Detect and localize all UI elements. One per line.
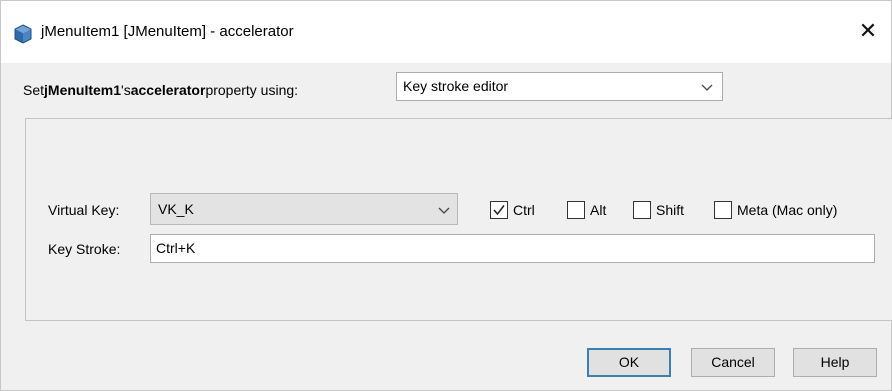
meta-checkbox-label: Meta (Mac only) (737, 202, 838, 218)
close-icon: ✕ (858, 18, 878, 43)
alt-checkbox-box[interactable] (567, 201, 585, 219)
meta-checkbox[interactable]: Meta (Mac only) (714, 201, 837, 219)
property-name: accelerator (130, 82, 206, 98)
shift-checkbox-box[interactable] (633, 201, 651, 219)
virtual-key-select[interactable]: VK_K (150, 193, 458, 225)
help-button[interactable]: Help (793, 348, 877, 377)
ctrl-checkbox-label: Ctrl (513, 202, 535, 218)
close-button[interactable]: ✕ (845, 11, 891, 51)
shift-checkbox[interactable]: Shift (633, 201, 684, 219)
ctrl-checkbox[interactable]: Ctrl (490, 201, 535, 219)
property-prefix-text: Set (23, 82, 45, 98)
editor-type-select[interactable]: Key stroke editor (396, 72, 723, 101)
virtual-key-label: Virtual Key: (48, 202, 120, 218)
editor-type-value: Key stroke editor (403, 78, 509, 94)
ctrl-checkbox-box[interactable] (490, 201, 508, 219)
component-name: jMenuItem1 (44, 82, 122, 98)
virtual-key-value: VK_K (158, 201, 194, 217)
meta-checkbox-box[interactable] (714, 201, 732, 219)
window-title: jMenuItem1 [JMenuItem] - accelerator (41, 23, 294, 40)
key-stroke-field[interactable]: Ctrl+K (150, 234, 875, 263)
dialog-window: jMenuItem1 [JMenuItem] - accelerator ✕ S… (0, 0, 892, 391)
alt-checkbox[interactable]: Alt (567, 201, 606, 219)
possessive-text: 's (121, 82, 131, 98)
shift-checkbox-label: Shift (656, 202, 685, 218)
cancel-button[interactable]: Cancel (691, 348, 775, 377)
alt-checkbox-label: Alt (590, 202, 607, 218)
chevron-down-icon (700, 81, 714, 93)
ok-button[interactable]: OK (587, 348, 671, 377)
title-bar: jMenuItem1 [JMenuItem] - accelerator ✕ (1, 1, 891, 63)
key-stroke-value: Ctrl+K (156, 240, 196, 256)
netbeans-cube-icon (13, 24, 33, 44)
property-editor-row: Set jMenuItem1 's accelerator property u… (23, 77, 298, 103)
property-suffix-text: property using: (205, 82, 299, 98)
chevron-down-icon (437, 204, 451, 216)
key-stroke-label: Key Stroke: (48, 241, 121, 257)
